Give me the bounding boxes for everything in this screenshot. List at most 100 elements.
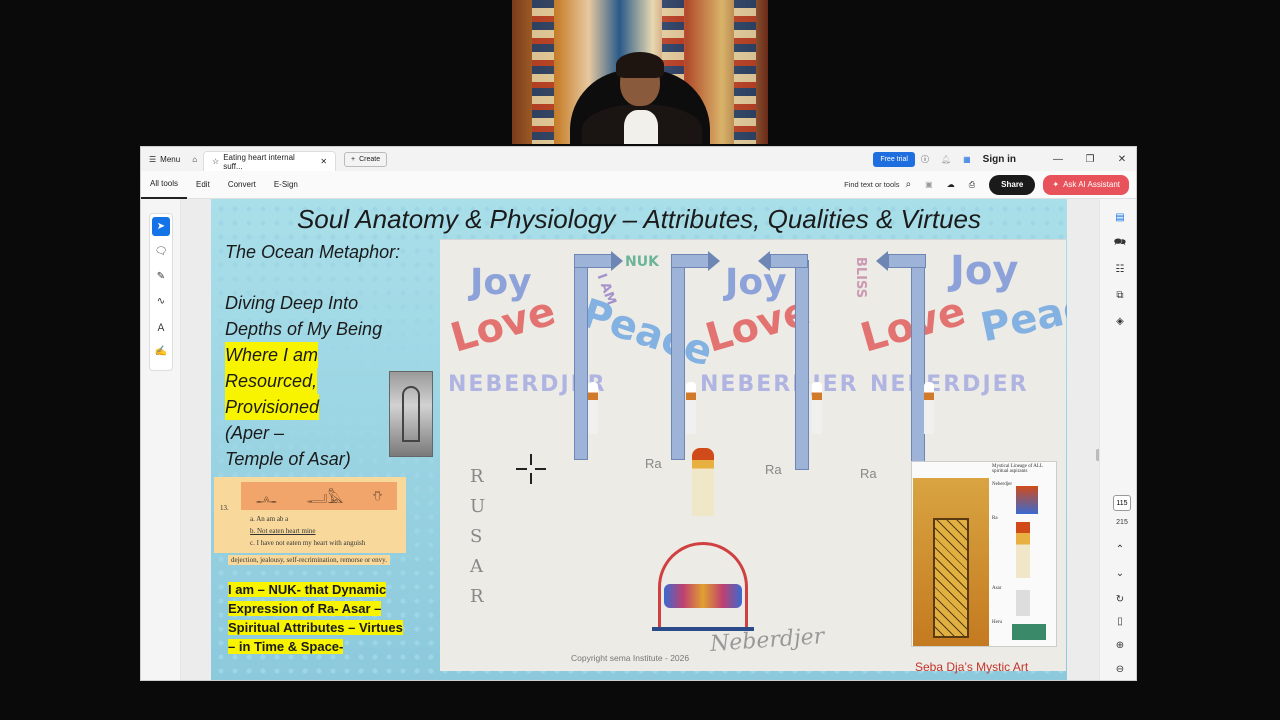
artist-credit: Seba Dja’s Mystic Art <box>915 660 1029 674</box>
ocean-metaphor-text: The Ocean Metaphor: <box>225 242 401 262</box>
comments-icon[interactable]: 🗪︎ <box>1112 235 1128 251</box>
highlight-pen-icon[interactable]: ✎ <box>152 267 170 286</box>
total-pages: 215 <box>1116 519 1128 526</box>
arrow-bend <box>671 254 709 268</box>
aper-text: (Aper – <box>225 423 285 443</box>
arrow-left-icon <box>876 251 888 271</box>
where-i-am-text: Where I am <box>225 342 319 368</box>
left-tool-rail: ➤ 🗨︎ ✎ ∿ Ａ ✍ <box>141 199 181 680</box>
art-joy-3: Joy <box>950 248 1019 294</box>
find-text-label[interactable]: Find text or tools <box>844 180 899 189</box>
heru-thumb <box>1012 624 1046 640</box>
arrow-bend <box>770 254 808 268</box>
mural-stripe <box>532 0 554 144</box>
signature-icon[interactable]: ✍ <box>152 342 170 361</box>
descending-arrow <box>795 260 809 470</box>
temple-photo <box>389 371 433 457</box>
pdf-viewer-window: ☰ Menu ⌂ ☆ Eating heart internal suff...… <box>140 146 1137 681</box>
save-icon[interactable]: ▣ <box>925 180 933 189</box>
sign-in-button[interactable]: Sign in <box>977 147 1022 171</box>
asar-figure <box>812 382 822 434</box>
ra-figure <box>692 448 714 516</box>
tab-convert[interactable]: Convert <box>219 171 265 199</box>
copy-pages-icon[interactable]: ⧉ <box>1112 287 1128 303</box>
art-neberdjer-3: NEBERDJER <box>870 372 1029 397</box>
asar-figure <box>588 382 598 434</box>
hieroglyph-icon: 𓂜 <box>255 490 278 506</box>
tree-of-life-image <box>913 478 989 646</box>
close-window-icon[interactable]: ✕ <box>1106 154 1136 165</box>
asar-figure <box>924 382 934 434</box>
presenter-shirt <box>624 110 658 144</box>
art-ra-label: Ra <box>860 466 877 481</box>
chevron-down-icon[interactable]: ⌄ <box>1112 565 1128 581</box>
refresh-icon[interactable]: ↻ <box>1112 591 1128 607</box>
star-icon: ☆ <box>212 157 220 166</box>
provisioned-text: Provisioned <box>225 394 320 420</box>
right-tool-rail: ▤ 🗪︎ ☷ ⧉ ◈ 115 215 ⌃ ⌄ ↻ ▯ ⊕ ⊖ <box>1099 199 1136 680</box>
chevron-up-icon[interactable]: ⌃ <box>1112 541 1128 557</box>
temple-doorway <box>402 386 420 442</box>
current-page-input[interactable]: 115 <box>1113 495 1131 511</box>
art-nuk: NUK <box>625 254 659 270</box>
winged-scarab <box>664 584 742 608</box>
free-trial-button[interactable]: Free trial <box>873 151 915 167</box>
tree-grid <box>933 518 969 638</box>
quick-tools: ➤ 🗨︎ ✎ ∿ Ａ ✍ <box>149 213 173 371</box>
edit-pdf-icon[interactable]: ▤ <box>1112 209 1128 225</box>
tab-all-tools[interactable]: All tools <box>141 171 188 199</box>
neberdjer-thumb <box>1016 486 1038 514</box>
search-icon[interactable]: ⌕ <box>906 179 912 190</box>
ascending-arrow <box>671 260 685 460</box>
hieroglyph-caption: dejection, jealousy, self-recrimination,… <box>228 555 390 565</box>
upload-cloud-icon[interactable]: ☁ <box>947 180 955 189</box>
asar-thumb <box>1016 590 1030 616</box>
hamburger-icon: ☰ <box>149 154 157 164</box>
ra-thumb <box>1016 522 1030 578</box>
arrow-bend <box>888 254 926 268</box>
close-tab-icon[interactable]: ✕ <box>320 157 327 166</box>
hieroglyph-text: 𓂜 𓂝𓅓 𓄣 <box>241 482 397 510</box>
text-box-icon[interactable]: Ａ <box>152 317 170 336</box>
asar-figure <box>686 382 696 434</box>
ask-ai-button[interactable]: ✦ Ask AI Assistant <box>1043 174 1129 195</box>
arrow-bend <box>574 254 612 268</box>
menu-label: Menu <box>160 154 181 164</box>
print-icon[interactable]: ⎙ <box>969 180 975 190</box>
layers-icon[interactable]: ◈ <box>1112 313 1128 329</box>
zoom-out-icon[interactable]: ⊖ <box>1112 661 1128 677</box>
mural-stripe <box>734 0 756 144</box>
draw-freehand-icon[interactable]: ∿ <box>152 292 170 311</box>
home-button[interactable]: ⌂ <box>186 147 203 171</box>
tab-esign[interactable]: E-Sign <box>265 171 307 199</box>
add-comment-icon[interactable]: 🗨︎ <box>152 242 170 261</box>
home-icon: ⌂ <box>192 154 198 164</box>
notifications-icon[interactable]: 🔔︎ <box>935 147 957 171</box>
document-tab[interactable]: ☆ Eating heart internal suff... ✕ <box>203 151 337 171</box>
share-button[interactable]: Share <box>989 174 1036 195</box>
hieroglyph-icon: 𓄣 <box>372 490 383 506</box>
presenter-hair <box>616 52 664 78</box>
resourced-text: Resourced, <box>225 368 318 394</box>
select-cursor-icon[interactable]: ➤ <box>152 217 170 236</box>
arrow-right-icon <box>611 251 623 271</box>
page-icon[interactable]: ▯ <box>1112 613 1128 629</box>
help-icon[interactable]: ⓘ <box>915 147 935 171</box>
art-rusar-vertical: RUSAR <box>470 466 486 607</box>
nuk-statement: I am – NUK- that Dynamic Expression of R… <box>228 582 403 654</box>
art-peace: Peace <box>576 290 719 376</box>
zoom-in-icon[interactable]: ⊕ <box>1112 637 1128 653</box>
diving-line-2: Depths of My Being <box>225 319 383 339</box>
menu-button[interactable]: ☰ Menu <box>141 147 186 171</box>
apps-grid-icon[interactable]: ▦ <box>957 147 977 171</box>
tab-edit[interactable]: Edit <box>187 171 219 199</box>
hieroglyph-box: 13. 𓂜 𓂝𓅓 𓄣 a. An am ab a b. Not eaten he… <box>214 477 406 553</box>
main-toolbar: All tools Edit Convert E-Sign Find text … <box>141 171 1136 199</box>
create-button[interactable]: + Create <box>344 151 388 167</box>
minimize-icon[interactable]: — <box>1042 154 1074 165</box>
bookmarks-icon[interactable]: ☷ <box>1112 261 1128 277</box>
descending-arrow <box>911 260 925 466</box>
restore-icon[interactable]: ❐ <box>1074 154 1106 165</box>
ascending-arrow <box>574 260 588 460</box>
tree-of-life-panel: Mystical Lineage of ALL spiritual aspira… <box>911 461 1057 647</box>
